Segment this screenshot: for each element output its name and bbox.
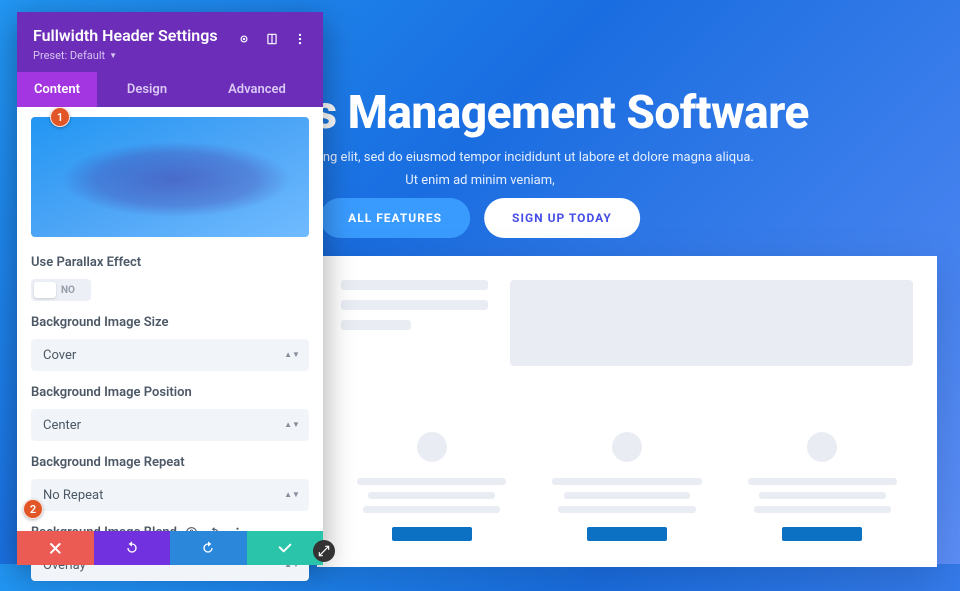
- select-arrows-icon: ▲▼: [285, 491, 299, 499]
- bg-repeat-select[interactable]: No Repeat▲▼: [31, 479, 309, 511]
- responsive-icon[interactable]: [259, 26, 285, 52]
- settings-panel: Fullwidth Header Settings Preset: Defaul…: [17, 12, 323, 565]
- cancel-button[interactable]: [17, 531, 94, 565]
- panel-tabs: Content Design Advanced: [17, 72, 323, 107]
- redo-button[interactable]: [170, 531, 247, 565]
- tab-advanced[interactable]: Advanced: [197, 72, 317, 107]
- bg-size-label: Background Image Size: [31, 315, 309, 330]
- annotation-badge-2: 2: [23, 499, 43, 519]
- panel-footer: [17, 531, 323, 565]
- parallax-label: Use Parallax Effect: [31, 255, 309, 270]
- undo-button[interactable]: [94, 531, 171, 565]
- panel-body: Use Parallax Effect NO Background Image …: [17, 107, 323, 531]
- tab-content[interactable]: Content: [17, 72, 97, 107]
- chevron-down-icon: ▼: [109, 51, 117, 60]
- select-arrows-icon: ▲▼: [285, 351, 299, 359]
- background-image-thumbnail[interactable]: [31, 117, 309, 237]
- drag-handle-icon[interactable]: [313, 540, 335, 562]
- bg-position-select[interactable]: Center▲▼: [31, 409, 309, 441]
- panel-header: Fullwidth Header Settings Preset: Defaul…: [17, 12, 323, 72]
- select-arrows-icon: ▲▼: [285, 421, 299, 429]
- parallax-toggle[interactable]: NO: [31, 279, 91, 301]
- bg-repeat-label: Background Image Repeat: [31, 455, 309, 470]
- annotation-badge-1: 1: [50, 107, 70, 127]
- all-features-button[interactable]: ALL FEATURES: [320, 198, 470, 238]
- more-icon[interactable]: [287, 26, 313, 52]
- wireframe-preview: [317, 256, 937, 567]
- save-button[interactable]: [247, 531, 324, 565]
- help-icon[interactable]: [231, 26, 257, 52]
- tab-design[interactable]: Design: [97, 72, 197, 107]
- sign-up-button[interactable]: SIGN UP TODAY: [484, 198, 640, 238]
- bg-size-select[interactable]: Cover▲▼: [31, 339, 309, 371]
- bg-position-label: Background Image Position: [31, 385, 309, 400]
- hero-buttons: ALL FEATURES SIGN UP TODAY: [320, 198, 640, 238]
